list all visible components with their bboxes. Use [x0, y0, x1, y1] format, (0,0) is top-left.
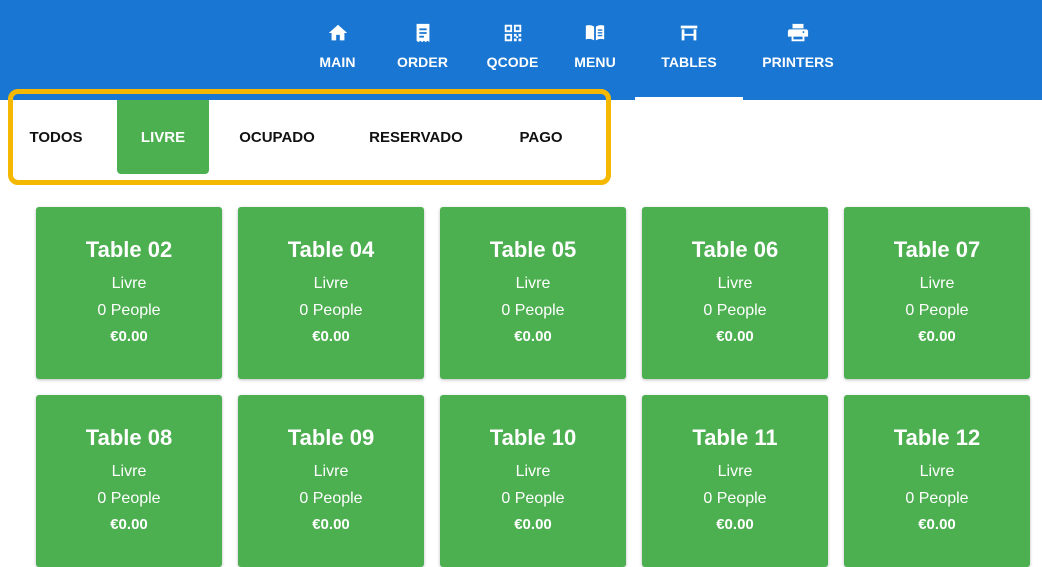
table-card[interactable]: Table 10 Livre 0 People €0.00 — [440, 395, 626, 567]
table-name: Table 07 — [893, 237, 981, 262]
top-navigation-bar: MAIN ORDER QCODE MENU TABLES PRINTERS — [0, 0, 1042, 100]
table-status: Livre — [919, 463, 955, 480]
table-name: Table 12 — [893, 425, 981, 450]
highlight-frame — [8, 89, 611, 185]
qr-code-icon — [504, 24, 521, 42]
menu-book-icon — [585, 25, 605, 41]
main-nav: MAIN ORDER QCODE MENU TABLES PRINTERS — [300, 0, 853, 100]
home-icon — [328, 24, 347, 41]
table-name: Table 05 — [489, 237, 577, 262]
table-amount: €0.00 — [110, 328, 148, 345]
table-name: Table 10 — [489, 425, 577, 450]
table-card[interactable]: Table 06 Livre 0 People €0.00 — [642, 207, 828, 379]
nav-item-label: MAIN — [319, 54, 356, 70]
table-name: Table 08 — [85, 425, 173, 450]
table-status: Livre — [717, 275, 753, 292]
table-amount: €0.00 — [312, 328, 350, 345]
table-card[interactable]: Table 07 Livre 0 People €0.00 — [844, 207, 1030, 379]
table-amount: €0.00 — [514, 328, 552, 345]
nav-item-order[interactable]: ORDER — [375, 0, 470, 100]
table-status: Livre — [717, 463, 753, 480]
table-people-count: 0 People — [501, 490, 565, 507]
table-name: Table 09 — [287, 425, 375, 450]
nav-item-tables[interactable]: TABLES — [635, 0, 743, 100]
printer-icon — [787, 23, 809, 42]
table-status: Livre — [919, 275, 955, 292]
table-people-count: 0 People — [905, 490, 969, 507]
table-card[interactable]: Table 04 Livre 0 People €0.00 — [238, 207, 424, 379]
table-card[interactable]: Table 08 Livre 0 People €0.00 — [36, 395, 222, 567]
nav-item-label: PRINTERS — [762, 54, 834, 70]
table-icon — [680, 25, 698, 41]
table-status: Livre — [313, 275, 349, 292]
table-amount: €0.00 — [514, 516, 552, 533]
table-people-count: 0 People — [97, 490, 161, 507]
table-status: Livre — [111, 275, 147, 292]
table-name: Table 02 — [85, 237, 173, 262]
table-amount: €0.00 — [918, 328, 956, 345]
nav-item-printers[interactable]: PRINTERS — [743, 0, 853, 100]
table-amount: €0.00 — [918, 516, 956, 533]
nav-item-label: ORDER — [396, 54, 449, 70]
table-card[interactable]: Table 12 Livre 0 People €0.00 — [844, 395, 1030, 567]
table-people-count: 0 People — [97, 302, 161, 319]
tables-grid: Table 02 Livre 0 People €0.00 Table 04 Livre 0… — [36, 207, 1030, 567]
receipt-icon — [416, 23, 429, 43]
table-amount: €0.00 — [716, 328, 754, 345]
table-card[interactable]: Table 05 Livre 0 People €0.00 — [440, 207, 626, 379]
table-card[interactable]: Table 02 Livre 0 People €0.00 — [36, 207, 222, 379]
table-amount: €0.00 — [312, 516, 350, 533]
table-people-count: 0 People — [703, 490, 767, 507]
table-amount: €0.00 — [716, 516, 754, 533]
table-people-count: 0 People — [905, 302, 969, 319]
table-people-count: 0 People — [299, 490, 363, 507]
table-amount: €0.00 — [110, 516, 148, 533]
nav-item-main[interactable]: MAIN — [300, 0, 375, 100]
table-people-count: 0 People — [299, 302, 363, 319]
table-name: Table 04 — [287, 237, 375, 262]
table-people-count: 0 People — [501, 302, 565, 319]
table-status: Livre — [515, 275, 551, 292]
table-people-count: 0 People — [703, 302, 767, 319]
nav-item-label: TABLES — [661, 54, 717, 70]
nav-item-qcode[interactable]: QCODE — [470, 0, 555, 100]
nav-item-label: MENU — [574, 54, 616, 70]
nav-item-menu[interactable]: MENU — [555, 0, 635, 100]
table-status: Livre — [313, 463, 349, 480]
table-name: Table 11 — [692, 425, 778, 450]
nav-item-label: QCODE — [486, 54, 539, 70]
table-status: Livre — [515, 463, 551, 480]
table-card[interactable]: Table 09 Livre 0 People €0.00 — [238, 395, 424, 567]
table-status: Livre — [111, 463, 147, 480]
table-name: Table 06 — [691, 237, 779, 262]
table-card[interactable]: Table 11 Livre 0 People €0.00 — [642, 395, 828, 567]
